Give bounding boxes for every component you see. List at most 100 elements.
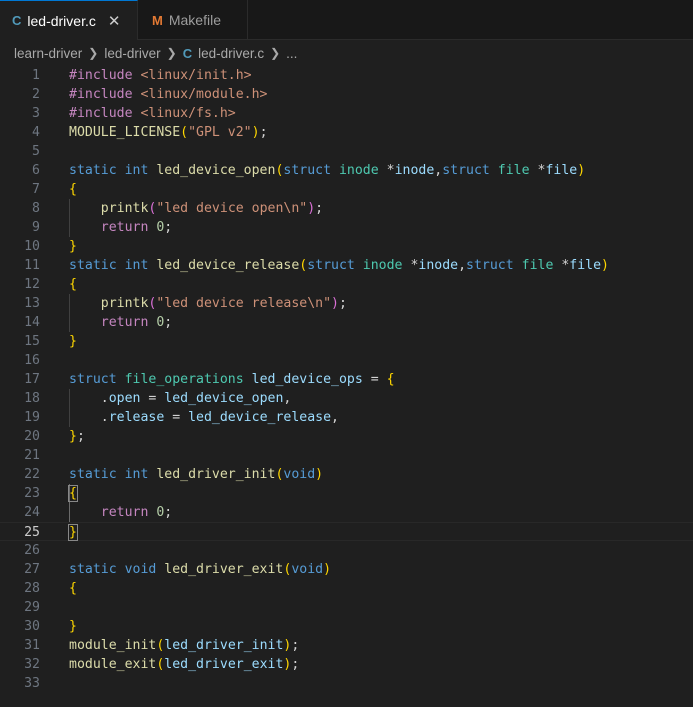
code-line[interactable]: 3 #include <linux/fs.h> [0, 104, 693, 123]
code-token: . [69, 410, 109, 425]
code-token: ; [164, 505, 173, 520]
code-line[interactable]: 28 { [0, 579, 693, 598]
breadcrumb-item-file[interactable]: led-driver.c [198, 46, 264, 61]
code-token: ; [291, 638, 300, 653]
code-line[interactable]: 26 [0, 541, 693, 560]
tab-label: led-driver.c [27, 12, 96, 29]
line-number: 31 [24, 638, 40, 653]
code-text: module_exit(led_driver_exit); [69, 655, 299, 674]
c-file-icon: C [182, 45, 193, 61]
code-line[interactable]: 5 [0, 142, 693, 161]
code-token: ; [291, 657, 300, 672]
code-token: ( [180, 125, 189, 140]
code-token: module_init [69, 638, 157, 653]
code-text: static void led_driver_exit(void) [69, 560, 331, 579]
code-token: led_driver_exit [164, 657, 284, 672]
code-line[interactable]: 16 [0, 351, 693, 370]
code-line[interactable]: 19 .release = led_device_release, [0, 408, 693, 427]
code-token: struct [307, 258, 363, 273]
code-line[interactable]: 13 printk("led device release\n"); [0, 294, 693, 313]
line-number: 6 [32, 163, 40, 178]
code-text: { [68, 484, 78, 503]
breadcrumb-item-learn-driver[interactable]: learn-driver [14, 46, 82, 61]
code-token: = [362, 372, 387, 387]
code-token: led_device_open [156, 163, 276, 178]
code-line[interactable]: 7{ [0, 180, 693, 199]
line-number: 12 [24, 277, 40, 292]
tab-label: Makefile [168, 12, 221, 28]
code-line[interactable]: 20}; [0, 427, 693, 446]
code-token: led_device_release [156, 258, 300, 273]
code-line[interactable]: 14 return 0; [0, 313, 693, 332]
line-number: 20 [24, 429, 40, 444]
code-token: inode [418, 258, 459, 273]
code-token: <linux/init.h> [140, 68, 252, 83]
code-token: return [100, 505, 157, 520]
code-text: { [69, 275, 77, 294]
code-token: , [458, 258, 467, 273]
code-token: ) [307, 201, 316, 216]
code-text: return 0; [69, 313, 172, 332]
code-line[interactable]: 32 module_exit(led_driver_exit); [0, 655, 693, 674]
code-line[interactable]: 2 #include <linux/module.h> [0, 85, 693, 104]
line-number: 3 [32, 106, 40, 121]
code-line[interactable]: 27 static void led_driver_exit(void) [0, 560, 693, 579]
code-line[interactable]: 17 struct file_operations led_device_ops … [0, 370, 693, 389]
code-line[interactable]: 8 printk("led device open\n"); [0, 199, 693, 218]
breadcrumb-item-led-driver[interactable]: led-driver [104, 46, 160, 61]
code-text: printk("led device release\n"); [69, 294, 347, 313]
code-line[interactable]: 33 [0, 674, 693, 693]
code-line[interactable]: 1 #include <linux/init.h> [0, 66, 693, 85]
breadcrumb: learn-driver ❯ led-driver ❯ C led-driver… [0, 40, 693, 66]
code-token: int [124, 467, 157, 482]
code-line[interactable]: 18 .open = led_device_open, [0, 389, 693, 408]
code-token: ) [323, 562, 332, 577]
code-token: ; [338, 296, 347, 311]
line-number: 1 [32, 68, 40, 83]
code-token: . [69, 391, 109, 406]
code-text: .open = led_device_open, [69, 389, 292, 408]
tab-bar: C led-driver.c ✕ M Makefile [0, 0, 693, 40]
code-line[interactable]: 6 static int led_device_open(struct inode… [0, 161, 693, 180]
code-token: inode [362, 258, 411, 273]
code-text: struct file_operations led_device_ops = … [69, 370, 395, 389]
code-token: = [140, 391, 165, 406]
code-token: "led device open\n" [156, 201, 308, 216]
code-line[interactable]: 21 [0, 446, 693, 465]
code-line[interactable]: 4 MODULE_LICENSE("GPL v2"); [0, 123, 693, 142]
line-number: 26 [24, 543, 40, 558]
code-line[interactable]: 25} [0, 522, 693, 541]
line-number: 22 [24, 467, 40, 482]
code-line[interactable]: 23 { [0, 484, 693, 503]
close-icon[interactable]: ✕ [108, 12, 121, 30]
code-text: } [69, 332, 77, 351]
code-line[interactable]: 11 static int led_device_release(struct i… [0, 256, 693, 275]
code-line[interactable]: 12 { [0, 275, 693, 294]
code-line[interactable]: 29 [0, 598, 693, 617]
code-editor[interactable]: 1 #include <linux/init.h> 2 #include <linux… [0, 66, 693, 707]
code-line[interactable]: 24 return 0; [0, 503, 693, 522]
code-text: #include <linux/fs.h> [69, 104, 236, 123]
code-line[interactable]: 22 static int led_driver_init(void) [0, 465, 693, 484]
code-line[interactable]: 9 return 0; [0, 218, 693, 237]
code-text: } [69, 617, 77, 636]
code-token: ) [577, 163, 586, 178]
code-line[interactable]: 10} [0, 237, 693, 256]
code-line[interactable]: 15} [0, 332, 693, 351]
code-text: static int led_device_open(struct inode … [69, 161, 585, 180]
tab-makefile[interactable]: M Makefile [138, 0, 248, 40]
code-line[interactable]: 31 module_init(led_driver_init); [0, 636, 693, 655]
line-number: 4 [32, 125, 40, 140]
code-token: , [283, 391, 292, 406]
line-number: 17 [24, 372, 40, 387]
code-token: return [100, 315, 157, 330]
code-token: led_device_release [188, 410, 332, 425]
tab-led-driver-c[interactable]: C led-driver.c ✕ [0, 0, 138, 40]
code-token: * [386, 163, 395, 178]
code-token: { [68, 485, 78, 502]
code-line[interactable]: 30} [0, 617, 693, 636]
breadcrumb-item-symbols[interactable]: ... [286, 46, 297, 61]
